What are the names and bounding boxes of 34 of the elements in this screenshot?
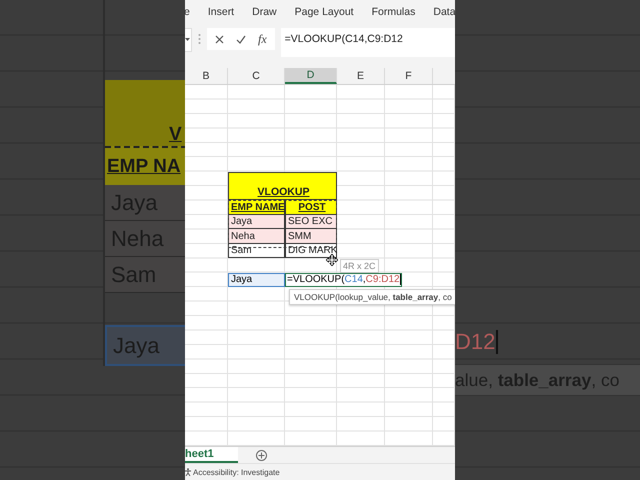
table-cell: Sam <box>228 244 285 258</box>
check-icon[interactable] <box>236 34 246 44</box>
table-cell: Neha <box>228 229 285 244</box>
status-text: Accessibility: Investigate <box>193 468 280 477</box>
grip-icon <box>198 33 201 46</box>
function-tooltip: VLOOKUP(lookup_value, table_array, co <box>289 288 455 305</box>
formula-text: D12 <box>455 329 496 355</box>
ribbon-tab[interactable]: Formulas <box>362 6 424 18</box>
accessibility-icon <box>185 468 191 476</box>
move-cursor-icon <box>326 254 338 266</box>
column-header[interactable]: D <box>285 68 337 84</box>
ribbon-tab[interactable]: Page Layout <box>286 6 363 18</box>
column-header[interactable]: E <box>337 68 385 84</box>
column-header[interactable]: B <box>185 68 228 84</box>
header-cell: POST <box>285 200 337 215</box>
formula-cell[interactable]: =VLOOKUP(C14,C9:D12 <box>285 272 402 288</box>
title-text: V <box>169 124 182 146</box>
insert-function-button[interactable]: fx <box>258 32 267 47</box>
name-box[interactable] <box>185 28 192 52</box>
table-cell: Jaya <box>228 214 285 230</box>
ribbon-tab[interactable]: Draw <box>243 6 286 18</box>
caret-icon <box>185 38 190 42</box>
selected-cell: Jaya <box>228 272 285 288</box>
ribbon-tab[interactable]: Insert <box>198 6 244 18</box>
add-sheet-icon[interactable] <box>256 450 267 461</box>
table-cell: SMM <box>285 229 337 244</box>
column-header[interactable]: F <box>385 68 433 84</box>
range-size-tooltip: 4R x 2C <box>340 258 379 273</box>
formula-field[interactable]: =VLOOKUP(C14,C9:D12 <box>280 28 455 58</box>
title-cell: VLOOKUP <box>228 172 337 200</box>
cancel-icon[interactable] <box>215 34 224 44</box>
sheet-tab[interactable]: heet1 <box>185 446 238 464</box>
table-cell: SEO EXC <box>285 214 337 230</box>
header-text: EMP NA <box>107 156 181 178</box>
